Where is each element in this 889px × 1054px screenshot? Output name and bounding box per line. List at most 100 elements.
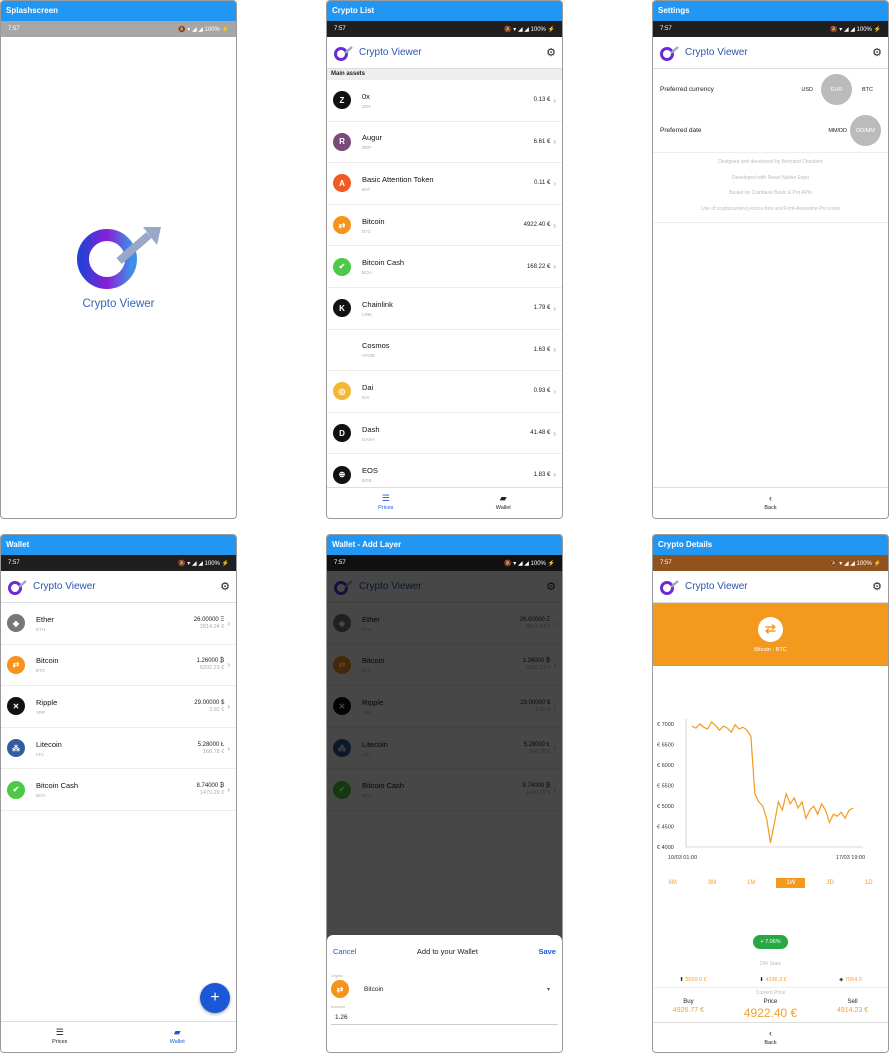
price-point	[746, 729, 748, 731]
back-button[interactable]: ‹ Back	[653, 488, 888, 518]
wallet-row[interactable]: ✕ Ripple XRP 29.00000 $3.92 €›	[1, 686, 236, 728]
wallet-screen: Wallet 7:57 🔕 ▾ ◢ ◢ 100% ⚡ Crypto Viewer…	[0, 534, 237, 1053]
coin-name: Bitcoin Cash	[362, 258, 405, 268]
buy-value: 4926.77 €	[672, 1007, 705, 1014]
bottom-bar: ‹ Back	[653, 487, 888, 518]
battery-level: 100% ⚡	[530, 560, 555, 567]
buy-block: Buy 4926.77 €	[673, 999, 704, 1020]
crypto-row[interactable]: ✔ Bitcoin Cash BCH 168.22 € ›	[327, 246, 562, 288]
tab-prices[interactable]: ☰ Prices	[327, 488, 445, 518]
settings-gear-icon[interactable]: ⚙	[872, 580, 882, 593]
range-6m[interactable]: 6M	[658, 878, 686, 888]
wallet-icon: ▰	[173, 1027, 181, 1037]
credit-line: Use of cryptocurrency-icons-font and Fon…	[701, 205, 840, 212]
wallet-row[interactable]: ⇄ Bitcoin BTC 1.26000 ₿6202.23 €›	[1, 645, 236, 687]
coin-symbol: ZRX	[362, 103, 371, 109]
price-point	[703, 726, 705, 728]
volume-stat: ◈ 7064.0	[839, 977, 862, 983]
header-logo[interactable]: Crypto Viewer	[659, 579, 748, 595]
date-ddmm[interactable]: DD/MM	[850, 115, 881, 146]
crypto-row[interactable]: Z 0x ZRX 0.13 € ›	[327, 80, 562, 122]
coin-values: 26.00000 Ξ2814.24 €	[194, 617, 225, 630]
header-logo[interactable]: Crypto Viewer	[7, 579, 96, 595]
settings-gear-icon[interactable]: ⚙	[872, 46, 882, 59]
frame-title: Splashscreen	[1, 1, 236, 21]
crypto-row[interactable]: R Augur REP 6.61 € ›	[327, 122, 562, 164]
status-icons: 🔕 ▾ ◢ ◢	[830, 560, 855, 567]
currency-eur[interactable]: EUR	[821, 74, 852, 105]
app-logo-icon	[8, 579, 27, 595]
coin-price: 6.61 €	[533, 138, 551, 145]
tab-wallet[interactable]: ▰ Wallet	[119, 1022, 237, 1052]
coin-symbol: DAI	[362, 394, 370, 400]
list-icon: ☰	[55, 1027, 64, 1037]
crypto-row[interactable]: K Chainlink LINK 1.79 € ›	[327, 288, 562, 330]
tab-prices-label: Prices	[378, 505, 394, 511]
price-point	[840, 811, 842, 813]
crypto-row[interactable]: D Dash DASH 41.48 € ›	[327, 413, 562, 455]
crypto-row[interactable]: A Basic Attention Token BAT 0.11 € ›	[327, 163, 562, 205]
currency-usd[interactable]: USD	[801, 87, 813, 93]
date-mmdd[interactable]: MM/DD	[828, 128, 847, 134]
coin-symbol: LTC	[36, 751, 45, 757]
range-3d[interactable]: 3D	[816, 878, 844, 888]
price-point	[707, 728, 709, 730]
wallet-row[interactable]: ◆ Ether ETH 26.00000 Ξ2814.24 €›	[1, 603, 236, 645]
wallet-list: ◆EtherETH26.00000 Ξ2814.24 €›⇄BitcoinBTC…	[1, 603, 236, 811]
currency-btc[interactable]: BTC	[862, 87, 873, 93]
sheet-header: Cancel Add to your Wallet Save	[327, 935, 562, 967]
crypto-row[interactable]: ⇄ Bitcoin BTC 4922.40 € ›	[327, 205, 562, 247]
add-fab-button[interactable]: +	[200, 983, 230, 1013]
sell-label: Sell	[847, 999, 858, 1005]
header-logo[interactable]: Crypto Viewer	[333, 45, 422, 61]
coin-info: Augur REP	[362, 133, 534, 150]
coin-name: Augur	[362, 133, 383, 143]
zrx-coin-icon: Z	[333, 91, 351, 110]
range-1m[interactable]: 1M	[737, 878, 765, 888]
settings-gear-icon[interactable]: ⚙	[546, 46, 556, 59]
tab-wallet[interactable]: ▰ Wallet	[445, 488, 563, 518]
range-1w[interactable]: 1W	[776, 878, 806, 888]
price-point	[844, 817, 846, 819]
crypto-select-value: Bitcoin	[364, 985, 384, 993]
battery-level: 100% ⚡	[856, 26, 881, 33]
header-logo[interactable]: Crypto Viewer	[659, 45, 748, 61]
coin-info: Bitcoin Cash BCH	[36, 781, 197, 798]
price-point	[691, 725, 693, 727]
tab-prices[interactable]: ☰ Prices	[1, 1022, 119, 1052]
crypto-field-label: Crypto	[331, 973, 343, 978]
crypto-row[interactable]: ◎ Dai DAI 0.93 € ›	[327, 371, 562, 413]
status-time: 7:57	[8, 26, 20, 32]
cancel-button[interactable]: Cancel	[333, 947, 356, 956]
crypto-select[interactable]: ⇄ Bitcoin ▾	[327, 978, 562, 1000]
save-button[interactable]: Save	[538, 947, 556, 956]
bottom-tab-bar: ☰ Prices ▰ Wallet	[327, 487, 562, 518]
wallet-row[interactable]: ⁂ Litecoin LTC 5.28000 Ł166.78 €›	[1, 728, 236, 770]
coin-symbol: BTC	[362, 228, 371, 234]
crypto-row[interactable]: Cosmos ATOM 1.63 € ›	[327, 330, 562, 372]
range-1d[interactable]: 1D	[855, 878, 883, 888]
price-point	[754, 793, 756, 795]
range-3m[interactable]: 3M	[698, 878, 726, 888]
price-point	[833, 813, 834, 815]
amount-input[interactable]: 1.26	[331, 1011, 558, 1025]
price-block: Price 4922.40 €	[744, 999, 797, 1020]
coin-values: 1.83 €	[534, 472, 551, 478]
battery-level: 100% ⚡	[204, 26, 229, 33]
coin-name: Bitcoin	[36, 656, 59, 666]
settings-gear-icon[interactable]: ⚙	[220, 580, 230, 593]
credit-line: Based on Coinbase Basic & Pro APIs	[729, 190, 812, 196]
price-point	[770, 842, 771, 844]
back-button[interactable]: ‹ Back	[653, 1023, 888, 1052]
section-header: Main assets	[327, 69, 562, 80]
coin-name: Cosmos	[362, 341, 390, 351]
status-bar: 7:57 🔕 ▾ ◢ ◢ 100% ⚡	[1, 21, 236, 37]
sell-value: 4914.23 €	[836, 1007, 869, 1014]
coin-values: 1.63 €	[534, 347, 551, 353]
app-logo-icon	[660, 579, 679, 595]
coin-price: 0.11 €	[534, 180, 551, 187]
date-label: Preferred date	[660, 127, 702, 134]
battery-level: 100% ⚡	[530, 26, 555, 33]
coin-info: Dai DAI	[362, 383, 534, 400]
wallet-row[interactable]: ✔ Bitcoin Cash BCH 8.74000 ₿1470.29 €›	[1, 769, 236, 811]
